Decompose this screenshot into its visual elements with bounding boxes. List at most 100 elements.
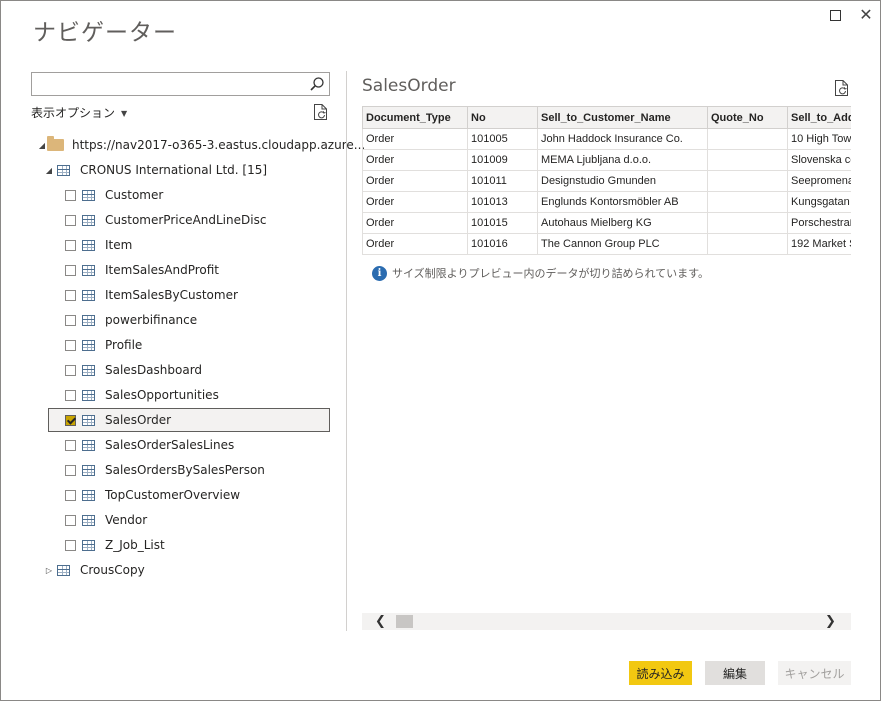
tree-company-node[interactable]: ◢ CRONUS International Ltd. [15]: [44, 159, 267, 181]
refresh-icon[interactable]: [313, 103, 329, 121]
table-row: Order 101013 Englunds Kontorsmöbler AB Kung…: [362, 191, 851, 213]
tree-item-salesordersbysalesperson[interactable]: SalesOrdersBySalesPerson: [65, 459, 265, 481]
tree-item-profile[interactable]: Profile: [65, 334, 142, 356]
tree-item-topcustomeroverview[interactable]: TopCustomerOverview: [65, 484, 240, 506]
expanded-triangle-icon[interactable]: ◢: [44, 166, 54, 175]
display-options-label: 表示オプション: [31, 106, 116, 120]
table-cell: [707, 170, 788, 192]
table-icon: [82, 214, 95, 226]
search-input[interactable]: [31, 72, 330, 96]
tree-item-itemsalesandprofit[interactable]: ItemSalesAndProfit: [65, 259, 219, 281]
item-checkbox[interactable]: [65, 214, 76, 226]
table-icon: [82, 189, 95, 201]
item-checkbox[interactable]: [65, 514, 76, 526]
refresh-preview-icon[interactable]: [834, 79, 850, 97]
table-cell: John Haddock Insurance Co.: [537, 128, 708, 150]
table-row: Order 101016 The Cannon Group PLC 192 Marke…: [362, 233, 851, 255]
table-cell: Porschestraß: [787, 212, 851, 234]
display-options-dropdown[interactable]: 表示オプション ▼: [31, 104, 127, 121]
cancel-button[interactable]: キャンセル: [778, 661, 851, 685]
tree-item-label: Vendor: [105, 513, 148, 527]
scroll-right-icon[interactable]: ❯: [822, 613, 839, 630]
tree-root-label: https://nav2017-o365-3.eastus.cloudapp.a…: [72, 138, 366, 152]
folder-icon: [47, 136, 64, 151]
tree-item-itemsalesbycustomer[interactable]: ItemSalesByCustomer: [65, 284, 238, 306]
tree-item-label: Z_Job_List: [105, 538, 165, 552]
tree-item-powerbifinance[interactable]: powerbifinance: [65, 309, 197, 331]
scrollbar-thumb[interactable]: [396, 615, 413, 628]
table-cell: Order: [362, 128, 468, 150]
horizontal-scrollbar[interactable]: ❮ ❯: [362, 613, 851, 630]
tree-item-vendor[interactable]: Vendor: [65, 509, 147, 531]
item-checkbox[interactable]: [65, 539, 76, 551]
table-cell: Slovenska cc: [787, 149, 851, 171]
table-icon: [82, 464, 95, 476]
preview-title: SalesOrder: [362, 76, 456, 96]
table-cell: [707, 191, 788, 213]
tree-item-salesordersaleslines[interactable]: SalesOrderSalesLines: [65, 434, 234, 456]
table-cell: The Cannon Group PLC: [537, 233, 708, 255]
table-cell: MEMA Ljubljana d.o.o.: [537, 149, 708, 171]
table-cell: Englunds Kontorsmöbler AB: [537, 191, 708, 213]
table-icon: [82, 289, 95, 301]
item-checkbox[interactable]: [65, 464, 76, 476]
grid-header-row: Document_Type No Sell_to_Customer_Name Quot…: [362, 106, 851, 129]
table-cell: Kungsgatan: [787, 191, 851, 213]
item-checkbox[interactable]: [65, 489, 76, 501]
expanded-triangle-icon[interactable]: ◢: [37, 141, 47, 150]
item-checkbox[interactable]: [65, 189, 76, 201]
table-cell: [707, 128, 788, 150]
table-cell: [707, 233, 788, 255]
column-header[interactable]: Sell_to_Add: [787, 106, 851, 129]
table-icon: [82, 239, 95, 251]
table-cell: 101011: [467, 170, 538, 192]
tree-root-node[interactable]: ◢ https://nav2017-o365-3.eastus.cloudapp.…: [37, 134, 365, 156]
load-button[interactable]: 読み込み: [629, 661, 692, 685]
table-cell: Order: [362, 233, 468, 255]
column-header[interactable]: Document_Type: [362, 106, 468, 129]
scroll-left-icon[interactable]: ❮: [372, 613, 389, 630]
tree-item-label: Customer: [105, 188, 164, 202]
tree-item-customer[interactable]: Customer: [65, 184, 163, 206]
item-checkbox[interactable]: [65, 264, 76, 276]
tree-item-label: SalesOpportunities: [105, 388, 219, 402]
table-icon: [82, 414, 95, 426]
collapsed-triangle-icon[interactable]: ▷: [44, 566, 54, 575]
tree-item-item[interactable]: Item: [65, 234, 132, 256]
navigator-dialog: ナビゲーター ✕ 表示オプション ▼ ◢ https://nav2017-o365-…: [0, 0, 881, 701]
item-checkbox[interactable]: [65, 289, 76, 301]
truncation-notice: i サイズ制限よりプレビュー内のデータが切り詰められています。: [372, 265, 709, 281]
close-button[interactable]: ✕: [857, 6, 875, 24]
table-cell: 101015: [467, 212, 538, 234]
item-checkbox[interactable]: [65, 339, 76, 351]
tree-item-z-job-list[interactable]: Z_Job_List: [65, 534, 165, 556]
column-header[interactable]: Quote_No: [707, 106, 788, 129]
close-icon: ✕: [859, 5, 873, 24]
table-row: Order 101009 MEMA Ljubljana d.o.o. Slovensk…: [362, 149, 851, 171]
tree-item-label: TopCustomerOverview: [105, 488, 241, 502]
tree-item-salesopportunities[interactable]: SalesOpportunities: [65, 384, 219, 406]
tree-item-label: Item: [105, 238, 133, 252]
tree-item-salesdashboard[interactable]: SalesDashboard: [65, 359, 202, 381]
edit-button[interactable]: 編集: [705, 661, 765, 685]
tree-item-customerpriceandlinedisc[interactable]: CustomerPriceAndLineDisc: [65, 209, 266, 231]
column-header[interactable]: Sell_to_Customer_Name: [537, 106, 708, 129]
item-checkbox[interactable]: [65, 314, 76, 326]
item-checkbox[interactable]: [65, 439, 76, 451]
item-checkbox[interactable]: [65, 414, 76, 426]
item-checkbox[interactable]: [65, 389, 76, 401]
dialog-title: ナビゲーター: [33, 20, 177, 46]
maximize-button[interactable]: [826, 6, 844, 24]
table-row: Order 101011 Designstudio Gmunden Seepromen…: [362, 170, 851, 192]
column-header[interactable]: No: [467, 106, 538, 129]
maximize-icon: [829, 9, 841, 21]
tree-item-label: SalesOrder: [105, 413, 172, 427]
item-checkbox[interactable]: [65, 364, 76, 376]
chevron-down-icon: ▼: [121, 109, 128, 118]
table-cell: 192 Market S: [787, 233, 851, 255]
item-checkbox[interactable]: [65, 239, 76, 251]
tree-crouscopy-node[interactable]: ▷ CrousCopy: [44, 559, 145, 581]
tree-item-salesorder[interactable]: SalesOrder: [65, 409, 171, 431]
table-icon: [82, 264, 95, 276]
table-cell: 10 High Tow: [787, 128, 851, 150]
